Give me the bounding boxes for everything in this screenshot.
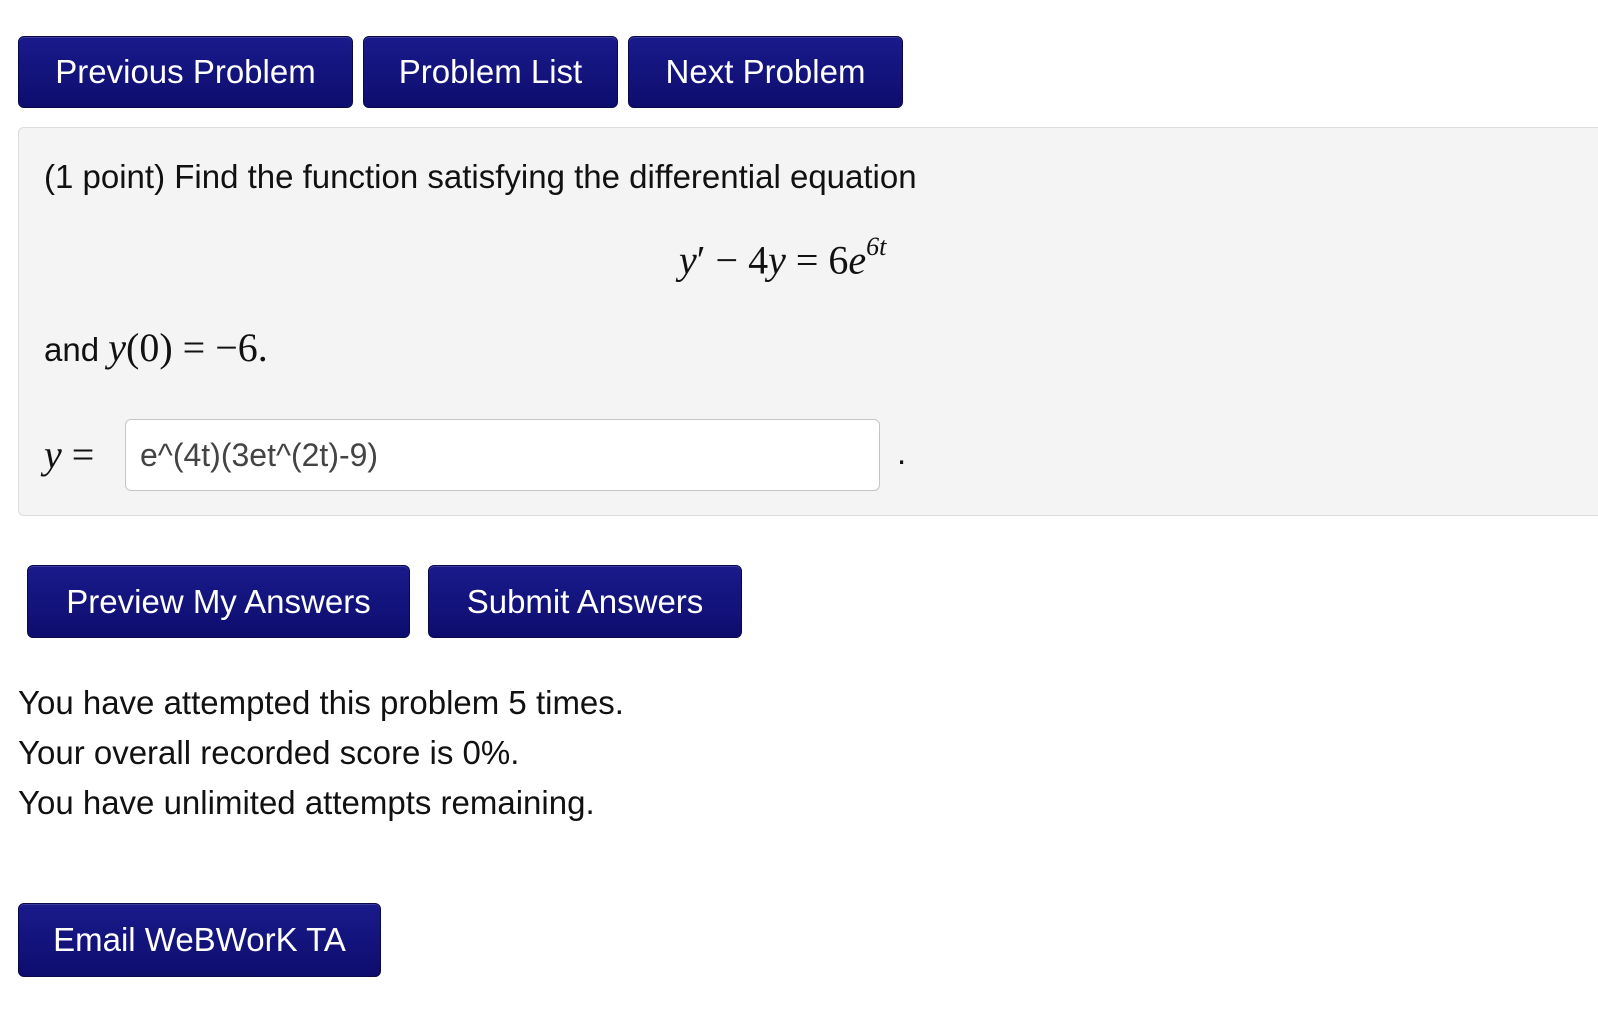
equation-y: y [679,237,697,283]
equation-minus: − 4 [705,237,769,283]
initial-func: y [108,325,126,370]
previous-problem-button[interactable]: Previous Problem [18,36,353,108]
remaining-text: You have unlimited attempts remaining. [18,784,595,821]
equation-y2: y [768,237,786,283]
email-ta-button[interactable]: Email WeBWorK TA [18,903,381,977]
initial-condition: and y(0) = −6. [44,324,268,371]
problem-list-button[interactable]: Problem List [363,36,618,108]
submit-answers-button[interactable]: Submit Answers [428,565,742,638]
next-problem-button[interactable]: Next Problem [628,36,903,108]
initial-rest: (0) = −6. [126,325,268,370]
problem-panel: (1 point) Find the function satisfying t… [18,127,1598,516]
attempts-text: You have attempted this problem 5 times. [18,684,624,721]
problem-prompt: (1 point) Find the function satisfying t… [44,158,917,195]
equation-prime: ′ [696,237,706,283]
answer-period: . [897,434,907,471]
answer-label: y = [44,432,95,477]
score-text: Your overall recorded score is 0%. [18,734,520,771]
preview-answers-button[interactable]: Preview My Answers [27,565,410,638]
equation-equals: = 6 [785,237,849,283]
equation-exponent: 6t [866,232,887,261]
answer-input[interactable] [125,419,880,491]
attempt-status: You have attempted this problem 5 times.… [18,678,624,828]
differential-equation: y′ − 4y = 6e6t [679,232,886,283]
initial-prefix: and [44,331,109,368]
equation-base: e [848,237,867,283]
